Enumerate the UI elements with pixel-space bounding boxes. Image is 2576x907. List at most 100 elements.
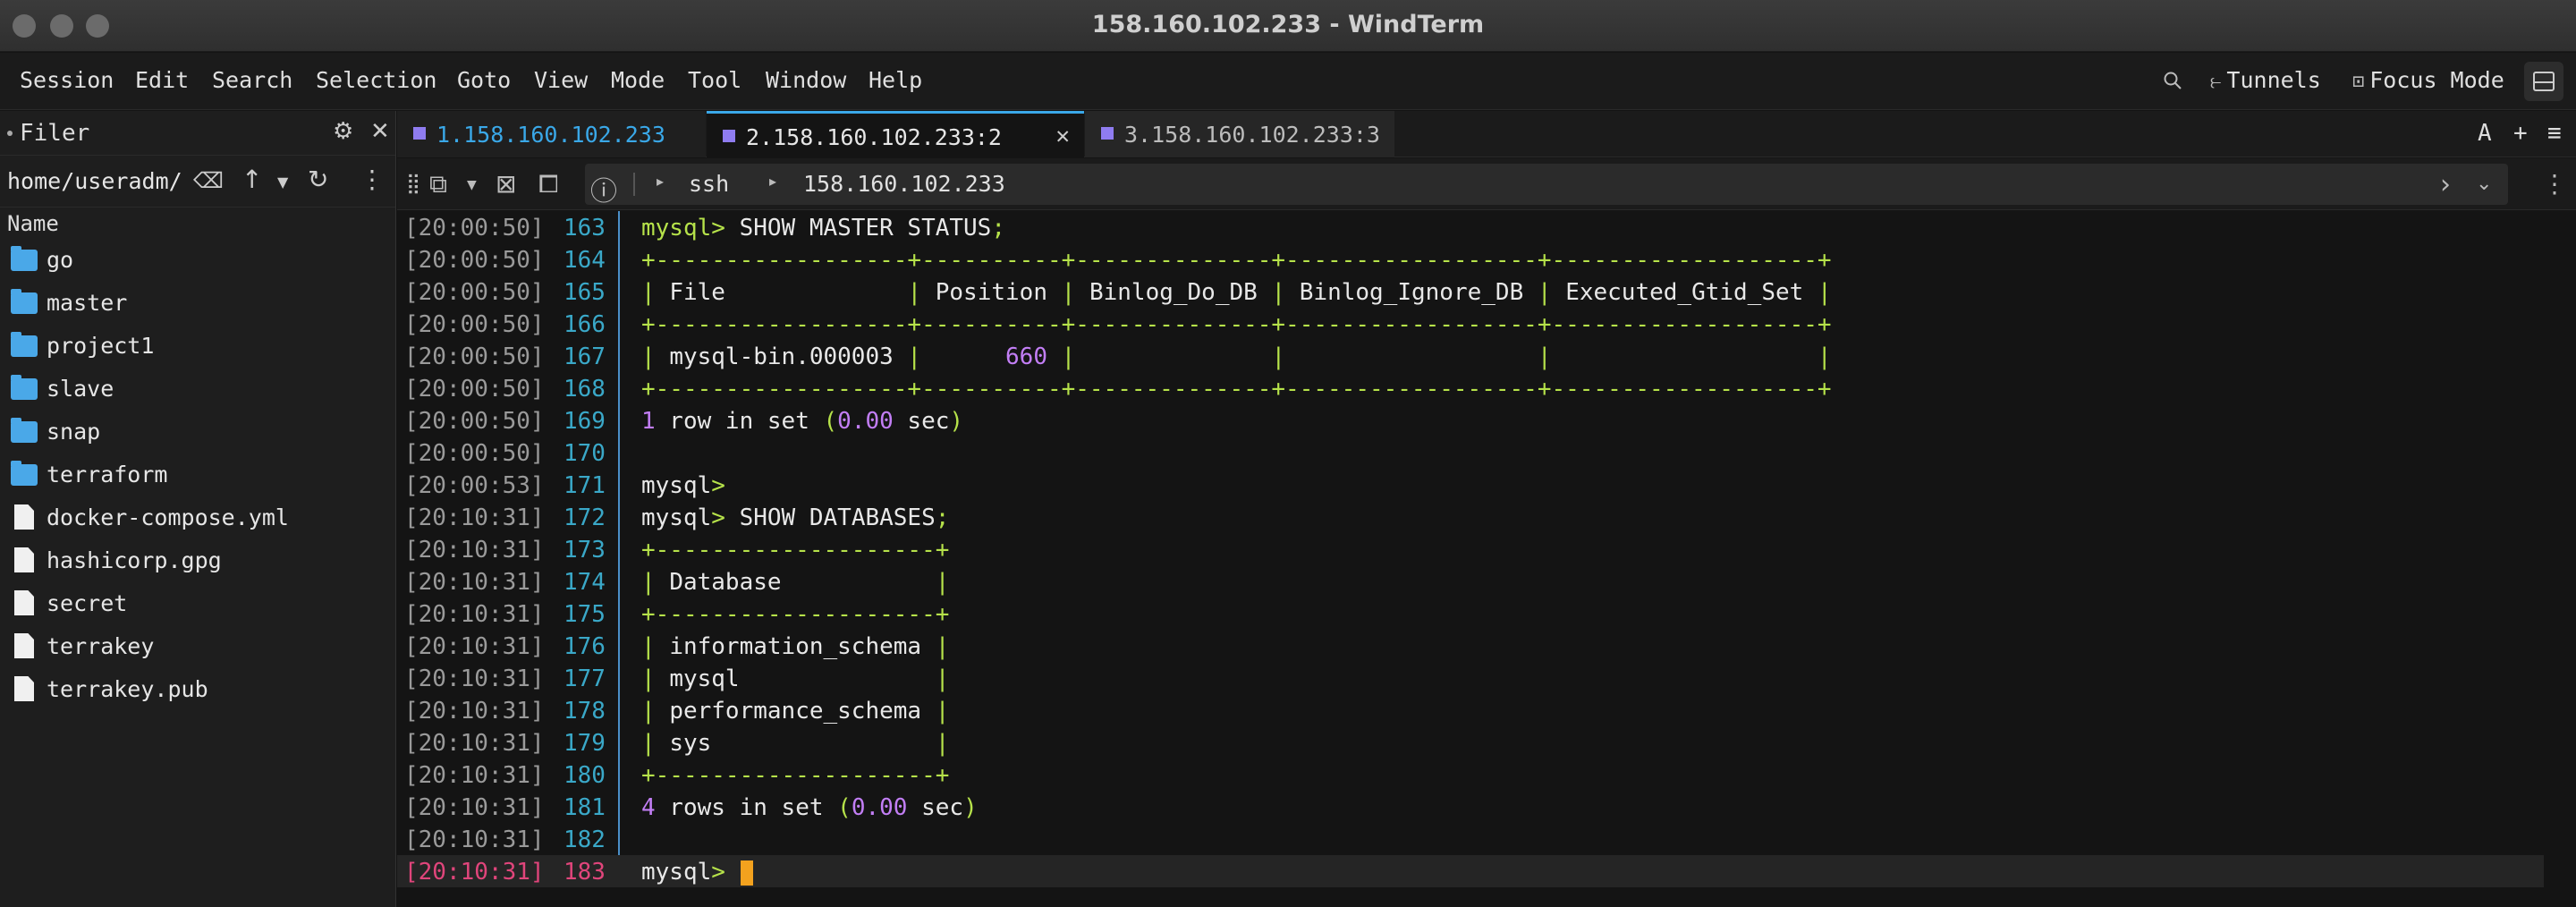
line-text-segment [725,279,908,306]
gear-icon[interactable]: ⚙ [333,118,353,145]
folder-icon [11,289,38,314]
filer-column-header[interactable]: Name [0,208,395,240]
file-list-item[interactable]: terraform [0,454,395,497]
line-text-segment: information_schema [669,633,922,660]
chevron-right-icon[interactable]: › [2440,169,2451,200]
new-tab-button[interactable]: + [2513,120,2528,147]
protocol-label: ssh [689,171,730,197]
line-number: 172 [564,504,606,531]
file-list-item[interactable]: go [0,240,395,283]
file-list-item[interactable]: master [0,283,395,326]
line-text-segment: | [1523,279,1566,306]
file-icon [14,676,34,701]
chevron-down-icon[interactable]: ▼ [277,174,288,191]
line-timestamp: [20:00:50] [404,408,545,435]
line-number: 180 [564,762,606,789]
line-timestamp: [20:10:31] [404,537,545,564]
line-text-segment: mysql [641,472,712,499]
line-number: 163 [564,215,606,242]
menu-help[interactable]: Help [869,67,922,93]
menu-window[interactable]: Window [766,67,846,93]
terminal-line: [20:00:50] 167 | mysql-bin.000003 | 660 | … [397,340,2544,372]
line-number: 167 [564,343,606,370]
file-list-item[interactable]: snap [0,411,395,454]
filer-path-bar: home/useradm/ ⌫ ↑ ▼ ↻ ⋮ [0,156,395,208]
more-icon[interactable]: ⋮ [2542,169,2567,199]
filer-path-input[interactable]: home/useradm/ [7,168,182,194]
line-timestamp: [20:00:50] [404,376,545,403]
line-text-segment: sec [893,408,950,435]
focus-mode-button[interactable]: ⊡ Focus Mode [2352,67,2504,93]
menu-selection[interactable]: Selection [316,67,436,93]
line-text-segment: ; [935,504,950,531]
chevron-down-icon[interactable]: ⌄ [2476,173,2492,195]
line-text-segment: mysql-bin.000003 [669,343,894,370]
tab-label: 1.158.160.102.233 [436,122,665,148]
line-content: +--------------------+ [641,762,949,789]
line-timestamp: [20:00:50] [404,279,545,306]
terminal-line: [20:10:31] 177 | mysql | [397,662,2544,694]
file-list-item[interactable]: slave [0,369,395,411]
menu-search[interactable]: Search [212,67,292,93]
file-name: docker-compose.yml [47,504,289,530]
line-content: mysql> SHOW DATABASES; [641,504,949,531]
info-icon[interactable]: ⓘ [590,169,617,208]
line-text-segment: SHOW DATABASES [739,504,936,531]
chevron-down-icon[interactable]: ▼ [467,178,477,192]
up-arrow-icon[interactable]: ↑ [242,165,262,194]
terminal-cursor [741,860,753,886]
line-content: mysql> [641,859,740,886]
line-timestamp: [20:10:31] [404,633,545,660]
file-list-item[interactable]: docker-compose.yml [0,497,395,540]
line-content: | mysql-bin.000003 | 660 | | | | [641,343,1832,370]
tunnel-icon: ⥼ [2210,71,2222,93]
menu-goto[interactable]: Goto [457,67,511,93]
line-timestamp: [20:00:50] [404,343,545,370]
line-text-segment: | | | | [1046,343,1832,370]
line-text-segment [711,730,935,757]
divider [633,173,635,196]
duplicate-session-icon[interactable]: ⧠ [538,169,558,199]
tab-session-3[interactable]: 3.158.160.102.233:3 [1085,111,1394,157]
refresh-icon[interactable]: ↻ [308,165,328,194]
line-text-segment: Position [935,279,1047,306]
menu-mode[interactable]: Mode [611,67,665,93]
breadcrumb-arrow-icon: ▸ [769,173,777,190]
file-name: project1 [47,333,155,359]
menu-edit[interactable]: Edit [135,67,189,93]
line-text-segment: mysql [641,504,712,531]
file-list-item[interactable]: terrakey [0,626,395,669]
layout-toggle-button[interactable] [2524,62,2563,101]
file-list-item[interactable]: project1 [0,326,395,369]
line-timestamp: [20:00:50] [404,311,545,338]
clear-path-icon[interactable]: ⌫ [193,168,224,193]
close-session-icon[interactable]: ⊠ [496,169,516,199]
terminal-line: [20:00:50] 165 | File | Position | Binlog_… [397,275,2544,308]
session-icon [1101,127,1114,140]
line-text-segment: | [641,665,670,692]
close-icon[interactable]: ✕ [370,118,390,145]
terminal-line: [20:00:50] 163 mysql> SHOW MASTER STATUS; [397,211,2544,243]
file-list-item[interactable]: terrakey.pub [0,669,395,712]
tab-menu-button[interactable]: ≡ [2547,120,2562,147]
line-number: 177 [564,665,606,692]
new-session-icon[interactable]: ⧉ [429,169,447,199]
tab-session-2[interactable]: 2.158.160.102.233:2 ✕ [707,111,1084,157]
file-list-item[interactable]: hashicorp.gpg [0,540,395,583]
line-number: 178 [564,698,606,725]
close-tab-icon[interactable]: ✕ [1055,123,1070,149]
file-list-item[interactable]: secret [0,583,395,626]
line-content: 4 rows in set (0.00 sec) [641,794,978,821]
terminal-view[interactable]: [20:00:50] 163 mysql> SHOW MASTER STATUS; [… [397,211,2576,907]
drag-handle-icon[interactable]: ⣿ [406,173,420,195]
terminal-line: [20:10:31] 175 +--------------------+ [397,598,2544,630]
address-bar[interactable]: ⓘ ▸ ssh ▸ 158.160.102.233 › ⌄ [585,164,2508,208]
tab-session-1[interactable]: 1.158.160.102.233 [397,111,706,157]
font-button[interactable]: A [2478,120,2492,147]
menu-session[interactable]: Session [20,67,114,93]
menu-tool[interactable]: Tool [688,67,741,93]
menu-view[interactable]: View [534,67,588,93]
search-button[interactable] [2163,67,2182,93]
tunnels-button[interactable]: ⥼ Tunnels [2210,67,2321,93]
more-icon[interactable]: ⋮ [360,165,385,194]
